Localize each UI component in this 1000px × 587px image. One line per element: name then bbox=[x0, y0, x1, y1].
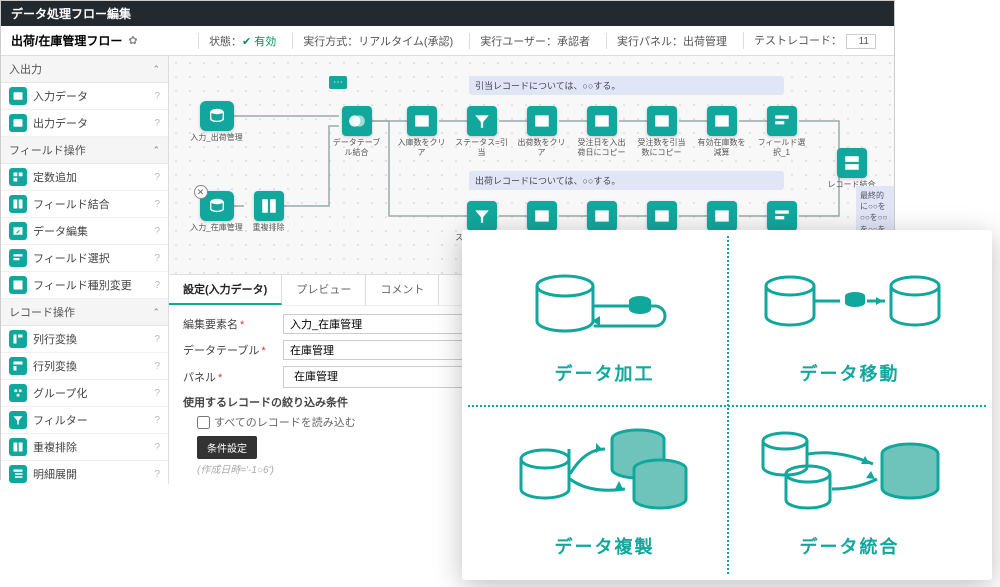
section-io[interactable]: 入出力⌃ bbox=[1, 56, 168, 83]
ov-copy: データ複製 bbox=[482, 406, 727, 572]
annotation-1: 引当レコードについては、○○する。 bbox=[469, 76, 784, 95]
chk-read-all[interactable] bbox=[197, 416, 210, 429]
node-merge[interactable]: レコード結合 bbox=[824, 148, 879, 190]
node-n6[interactable]: 有効在庫数を減算 bbox=[694, 106, 749, 157]
title-bar: データ処理フロー編集 bbox=[1, 1, 894, 26]
sidebar: 入出力⌃ 入力データ? 出力データ? フィールド操作⌃ 定数追加? フィールド結… bbox=[1, 56, 169, 484]
tool-filter[interactable]: フィルター? bbox=[1, 407, 168, 434]
overlay-card: データ加工 データ移動 bbox=[462, 230, 992, 580]
tool-data-edit[interactable]: データ編集? bbox=[1, 218, 168, 245]
tool-field-type[interactable]: フィールド種別変更? bbox=[1, 272, 168, 299]
ov-process: データ加工 bbox=[482, 240, 727, 406]
label-panel: パネル* bbox=[183, 369, 283, 385]
tool-dedup[interactable]: 重複排除? bbox=[1, 434, 168, 461]
tool-add-const[interactable]: 定数追加? bbox=[1, 164, 168, 191]
tool-group[interactable]: グループ化? bbox=[1, 380, 168, 407]
annotation-2: 出荷レコードについては、○○する。 bbox=[469, 171, 784, 190]
comment-icon[interactable]: ⋯ bbox=[329, 76, 347, 89]
node-n5[interactable]: 受注数を引当数にコピー bbox=[634, 106, 689, 157]
label-elem-name: 編集要素名* bbox=[183, 316, 283, 332]
tool-output-data[interactable]: 出力データ? bbox=[1, 110, 168, 137]
tool-detail-expand[interactable]: 明細展開? bbox=[1, 461, 168, 484]
tool-col-row[interactable]: 列行変換? bbox=[1, 326, 168, 353]
tool-field-select[interactable]: フィールド選択? bbox=[1, 245, 168, 272]
toolbar: 出荷/在庫管理フロー ✿ 状態：✔ 有効 実行方式：リアルタイム(承認) 実行ユ… bbox=[1, 26, 894, 56]
chk-read-all-label: すべてのレコードを読み込む bbox=[214, 414, 356, 430]
node-input-1[interactable]: 入力_出荷管理 bbox=[189, 101, 244, 143]
tool-field-join[interactable]: フィールド結合? bbox=[1, 191, 168, 218]
node-join[interactable]: データテーブル結合 bbox=[329, 106, 384, 157]
tool-row-col[interactable]: 行列変換? bbox=[1, 353, 168, 380]
tab-settings[interactable]: 設定(入力データ) bbox=[169, 275, 282, 305]
label-table: データテーブル* bbox=[183, 342, 283, 358]
flow-name: 出荷/在庫管理フロー bbox=[11, 32, 122, 49]
status-exec-user: 実行ユーザー：承認者 bbox=[469, 33, 590, 49]
node-input-2[interactable]: ✕入力_在庫管理 bbox=[189, 191, 244, 233]
node-n7[interactable]: フィールド選択_1 bbox=[754, 106, 809, 157]
status-state: 状態：✔ 有効 bbox=[198, 33, 276, 49]
node-n2[interactable]: ステータス=引当 bbox=[454, 106, 509, 157]
status-exec-mode: 実行方式：リアルタイム(承認) bbox=[292, 33, 453, 49]
tab-preview[interactable]: プレビュー bbox=[282, 275, 366, 305]
node-n1[interactable]: 入庫数をクリア bbox=[394, 106, 449, 157]
node-dedup[interactable]: 重複排除 bbox=[241, 191, 296, 233]
status-test-record: テストレコード：11 bbox=[743, 32, 876, 49]
node-n4[interactable]: 受注日を入出荷日にコピー bbox=[574, 106, 629, 157]
status-exec-panel: 実行パネル：出荷管理 bbox=[606, 33, 727, 49]
ov-merge: データ統合 bbox=[727, 406, 972, 572]
section-field-ops[interactable]: フィールド操作⌃ bbox=[1, 137, 168, 164]
section-record-ops[interactable]: レコード操作⌃ bbox=[1, 299, 168, 326]
tab-comment[interactable]: コメント bbox=[366, 275, 439, 305]
node-n3[interactable]: 出荷数をクリア bbox=[514, 106, 569, 157]
gear-icon[interactable]: ✿ bbox=[128, 34, 137, 47]
tool-input-data[interactable]: 入力データ? bbox=[1, 83, 168, 110]
cond-settings-button[interactable]: 条件設定 bbox=[197, 436, 257, 459]
ov-move: データ移動 bbox=[727, 240, 972, 406]
